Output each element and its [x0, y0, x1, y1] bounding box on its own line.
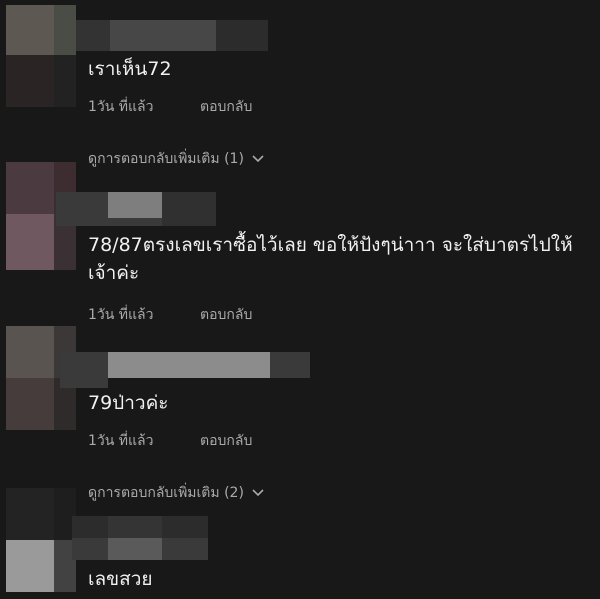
view-more-replies-button[interactable]: ดูการตอบกลับเพิ่มเติม (2): [88, 482, 264, 504]
comment-meta: 1วัน ที่แล้ว ตอบกลับ: [88, 430, 252, 452]
comment-text: 79ป่าวค่ะ: [88, 392, 169, 414]
view-more-replies-label: ดูการตอบกลับเพิ่มเติม (2): [88, 485, 244, 501]
chevron-down-icon: [252, 151, 264, 167]
comment-meta: 1วัน ที่แล้ว ตอบกลับ: [88, 96, 252, 118]
chevron-down-icon: [252, 485, 264, 501]
reply-button[interactable]: ตอบกลับ: [200, 96, 252, 118]
comment-meta: 1วัน ที่แล้ว ตอบกลับ: [88, 304, 252, 326]
comment-text: เลขสวย: [88, 568, 153, 590]
reply-button[interactable]: ตอบกลับ: [200, 430, 252, 452]
reply-button[interactable]: ตอบกลับ: [200, 304, 252, 326]
comment-time: 1วัน ที่แล้ว: [88, 307, 154, 323]
comment-time: 1วัน ที่แล้ว: [88, 433, 154, 449]
comment-text: 78/87ตรงเลขเราซื้อไว้เลย ขอให้ปังๆน่าาา …: [88, 234, 573, 284]
view-more-replies-label: ดูการตอบกลับเพิ่มเติม (1): [88, 151, 244, 167]
comment-time: 1วัน ที่แล้ว: [88, 99, 154, 115]
comment-text: เราเห็น72: [88, 58, 172, 80]
view-more-replies-button[interactable]: ดูการตอบกลับเพิ่มเติม (1): [88, 148, 264, 170]
